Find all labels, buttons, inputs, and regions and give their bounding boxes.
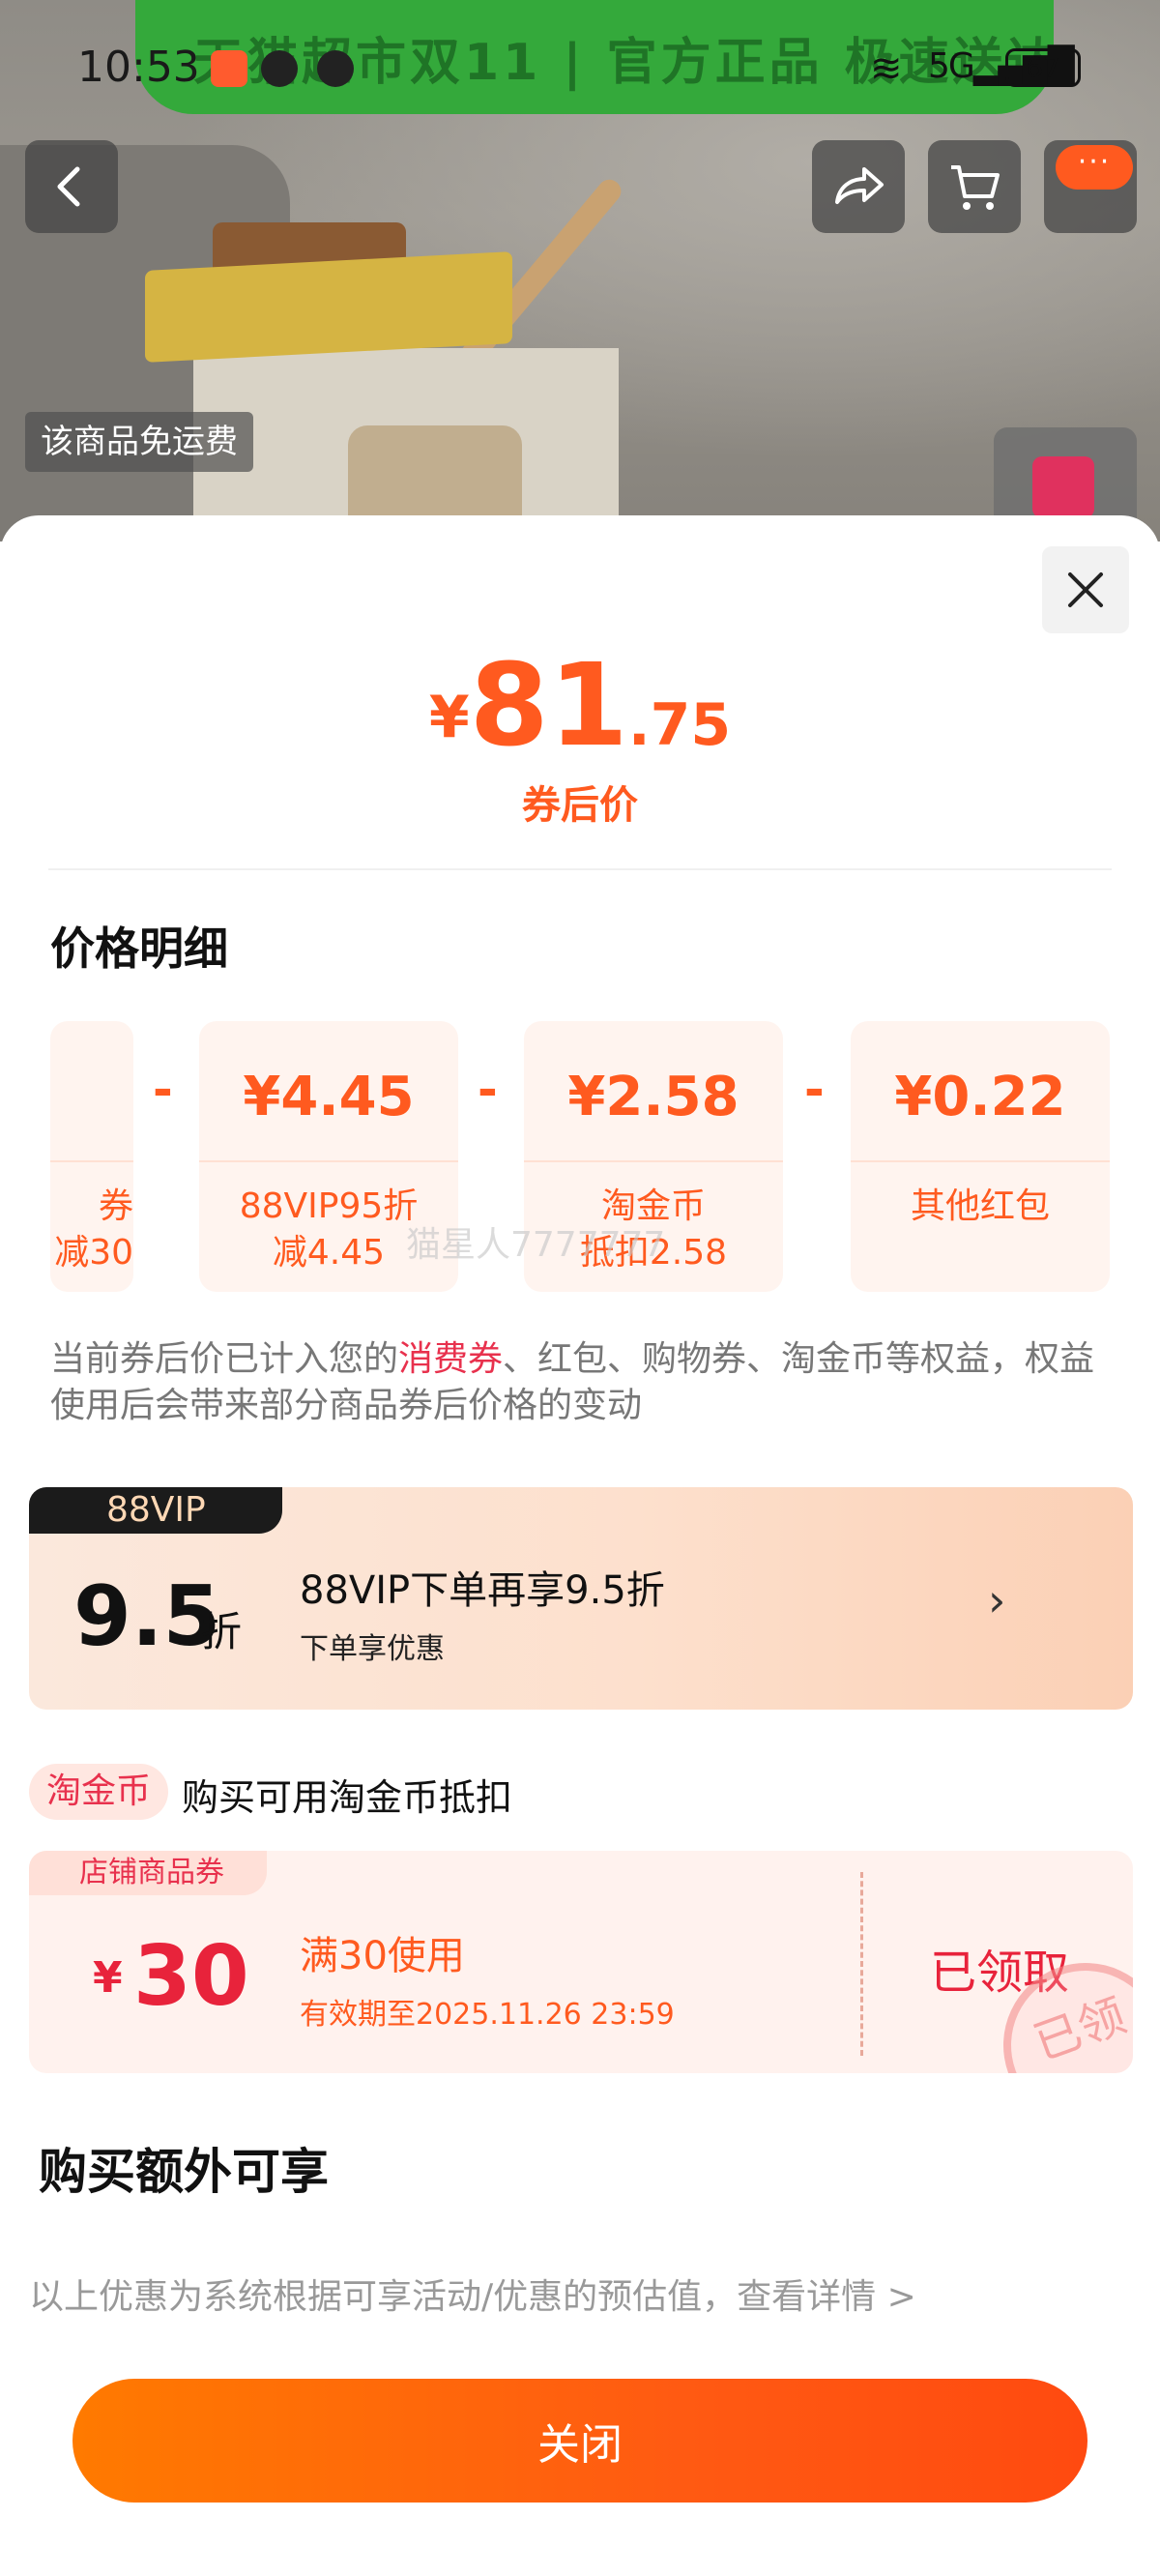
vip-discount-value: 9.5 (73, 1568, 221, 1665)
coupon-expiry: 有效期至2025.11.26 23:59 (300, 1998, 675, 2032)
app-notification-icon (317, 50, 354, 87)
divider (50, 1160, 133, 1162)
section-title-extra-benefits: 购买额外可享 (39, 2144, 329, 2200)
discount-card-red-packet[interactable]: ¥0.22 其他红包 (851, 1021, 1110, 1292)
divider (851, 1160, 1110, 1162)
coupon-divider (860, 1872, 863, 2056)
share-icon (835, 167, 884, 204)
watermark: 猫星人7777777 (406, 1225, 666, 1265)
discount-card-amount: ¥2.58 (567, 1066, 740, 1128)
back-button[interactable] (25, 140, 118, 233)
price-currency: ¥ (428, 684, 470, 751)
signal-label: 5G (928, 46, 975, 86)
taojinbi-text: 购买可用淘金币抵扣 (182, 1776, 513, 1819)
share-button[interactable] (812, 140, 905, 233)
coupon-currency: ¥ (93, 1953, 123, 2003)
divider (524, 1160, 783, 1162)
bar-chart-icon (1032, 456, 1094, 518)
battery-icon: 67 (1005, 48, 1081, 87)
discount-card-amount: ¥0.22 (894, 1066, 1066, 1128)
status-bar: 10:53 ≋ 5G▂▄▆█ 67 (0, 35, 1160, 106)
shop-notification-icon (211, 50, 247, 87)
close-button[interactable]: 关闭 (72, 2379, 1088, 2503)
close-sheet-button[interactable] (1042, 546, 1129, 633)
vip-title: 88VIP下单再享9.5折 (300, 1568, 665, 1613)
discount-card-amount: ¥4.45 (243, 1066, 415, 1128)
product-image-lid (145, 251, 512, 363)
price-note-before: 当前券后价已计入您的 (50, 1339, 399, 1379)
vip-discount-card[interactable]: 88VIP 9.5 折 88VIP下单再享9.5折 下单享优惠 › (29, 1487, 1133, 1710)
chevron-right-icon[interactable]: › (988, 1574, 1005, 1626)
chat-notification-icon (261, 50, 298, 87)
vip-tag: 88VIP (29, 1487, 282, 1534)
price-integer: 81 (469, 638, 628, 772)
coupon-amount: 30 (133, 1928, 249, 2025)
discount-card-desc: 其他红包 (851, 1184, 1110, 1230)
minus-sign: - (153, 1062, 173, 1118)
vip-discount-unit: 折 (201, 1608, 243, 1655)
view-details-link[interactable]: 以上优惠为系统根据可享活动/优惠的预估值，查看详情 > (29, 2269, 916, 2319)
discount-card-desc-line1: 券 (98, 1186, 133, 1226)
discount-card-desc-line1: 其他红包 (910, 1186, 1050, 1226)
chevron-left-icon (57, 166, 80, 207)
coupon-condition: 满30使用 (300, 1934, 465, 1978)
discount-card-desc: 券 减30 (50, 1184, 133, 1276)
store-coupon-tag: 店铺商品券 (29, 1851, 267, 1895)
consumer-voucher-link[interactable]: 消费券 (398, 1339, 503, 1379)
minus-sign: - (804, 1062, 825, 1118)
store-coupon-card[interactable]: 店铺商品券 ¥ 30 满30使用 有效期至2025.11.26 23:59 已领… (29, 1851, 1133, 2073)
price-label: 券后价 (522, 783, 638, 828)
close-icon (1068, 572, 1103, 607)
wifi-icon: ≋ (870, 46, 903, 91)
status-time: 10:53 (77, 43, 200, 92)
cart-button[interactable] (928, 140, 1021, 233)
minus-sign: - (478, 1062, 498, 1118)
cart-icon (951, 165, 1000, 210)
divider (48, 868, 1112, 870)
free-shipping-badge: 该商品免运费 (25, 412, 253, 472)
price-note: 当前券后价已计入您的消费券、红包、购物券、淘金币等权益，权益使用后会带来部分商品… (50, 1336, 1114, 1429)
more-dots-icon[interactable]: ··· (1056, 145, 1133, 190)
discount-card-desc-line2: 减30 (54, 1233, 133, 1273)
vip-subtitle: 下单享优惠 (300, 1632, 445, 1666)
taojinbi-tag: 淘金币 (29, 1764, 169, 1820)
divider (199, 1160, 458, 1162)
final-price: ¥81.75 (0, 638, 1160, 772)
discount-card-coupon[interactable]: 券 减30 (50, 1021, 133, 1292)
section-title-price-details: 价格明细 (50, 922, 228, 975)
price-decimal: .75 (627, 691, 732, 759)
